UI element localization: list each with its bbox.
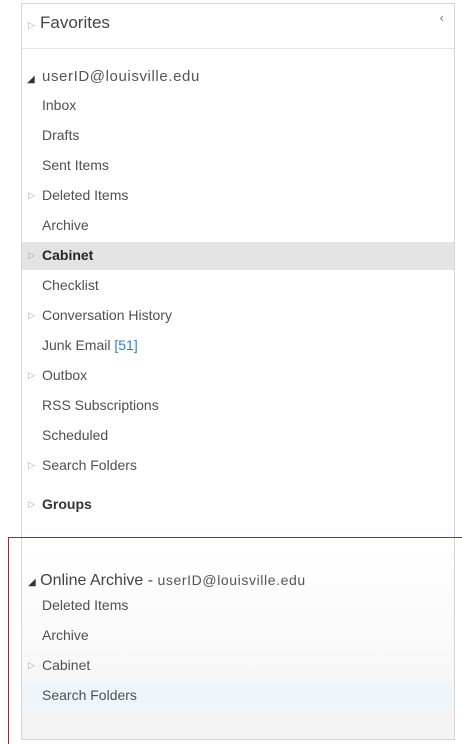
favorites-label[interactable]: Favorites bbox=[40, 13, 110, 33]
folder-label: RSS Subscriptions bbox=[42, 397, 159, 413]
folder-label: Junk Email [51] bbox=[42, 337, 138, 353]
folder-label: Search Folders bbox=[42, 457, 137, 473]
folder-label: Archive bbox=[42, 217, 89, 233]
folder-cabinet[interactable]: ▷ Cabinet bbox=[22, 242, 454, 270]
folder-sent-items[interactable]: Sent Items bbox=[22, 152, 454, 180]
archive-folder-archive[interactable]: Archive bbox=[22, 622, 454, 650]
expand-arrow-icon[interactable]: ▷ bbox=[28, 460, 35, 471]
folder-pane: ▷ Favorites ‹ ◢ userID@louisville.edu In… bbox=[21, 3, 455, 740]
folder-search-folders[interactable]: ▷ Search Folders bbox=[22, 452, 454, 480]
unread-count-badge: [51] bbox=[114, 337, 138, 353]
annotation-line bbox=[8, 537, 462, 538]
folder-label: Search Folders bbox=[42, 687, 137, 703]
folder-label: Cabinet bbox=[42, 247, 94, 263]
expand-arrow-icon[interactable]: ▷ bbox=[28, 310, 35, 321]
expand-arrow-icon[interactable]: ▷ bbox=[28, 250, 35, 261]
expand-arrow-icon[interactable]: ▷ bbox=[28, 660, 35, 671]
folder-label: Conversation History bbox=[42, 307, 172, 323]
online-archive-account: userID@louisville.edu bbox=[157, 572, 306, 588]
folder-conversation-history[interactable]: ▷ Conversation History bbox=[22, 302, 454, 330]
folder-outbox[interactable]: ▷ Outbox bbox=[22, 362, 454, 390]
folder-checklist[interactable]: Checklist bbox=[22, 272, 454, 300]
folder-label: Outbox bbox=[42, 367, 88, 383]
account-header[interactable]: userID@louisville.edu bbox=[42, 68, 200, 85]
expand-arrow-icon[interactable]: ▷ bbox=[28, 20, 35, 31]
online-archive-title: Online Archive - bbox=[40, 572, 154, 589]
folder-label: Cabinet bbox=[42, 657, 91, 673]
expand-arrow-icon[interactable]: ▷ bbox=[28, 370, 35, 381]
folder-deleted-items[interactable]: ▷ Deleted Items bbox=[22, 182, 454, 210]
folder-label: Deleted Items bbox=[42, 187, 129, 203]
folder-scheduled[interactable]: Scheduled bbox=[22, 422, 454, 450]
folder-archive[interactable]: Archive bbox=[22, 212, 454, 240]
expand-arrow-icon[interactable]: ▷ bbox=[28, 190, 35, 201]
folder-name: Junk Email bbox=[42, 337, 111, 353]
online-archive-header[interactable]: ◢ Online Archive - userID@louisville.edu bbox=[28, 572, 306, 590]
folder-inbox[interactable]: Inbox bbox=[22, 92, 454, 120]
folder-label: Drafts bbox=[42, 127, 80, 143]
folder-label: Scheduled bbox=[42, 427, 109, 443]
folder-label: Deleted Items bbox=[42, 597, 129, 613]
collapse-arrow-icon[interactable]: ◢ bbox=[28, 577, 36, 588]
groups-label: Groups bbox=[42, 496, 92, 512]
collapse-pane-icon[interactable]: ‹ bbox=[440, 10, 444, 25]
archive-folder-search-folders[interactable]: Search Folders bbox=[22, 682, 454, 710]
folder-label: Inbox bbox=[42, 97, 77, 113]
expand-arrow-icon[interactable]: ▷ bbox=[28, 499, 35, 510]
folder-label: Archive bbox=[42, 627, 89, 643]
groups-section[interactable]: ▷ Groups bbox=[22, 491, 454, 519]
folder-label: Sent Items bbox=[42, 157, 109, 173]
annotation-line bbox=[8, 537, 9, 744]
archive-folder-deleted-items[interactable]: Deleted Items bbox=[22, 592, 454, 620]
favorites-section[interactable]: ▷ Favorites ‹ bbox=[22, 4, 454, 49]
folder-drafts[interactable]: Drafts bbox=[22, 122, 454, 150]
archive-folder-cabinet[interactable]: ▷ Cabinet bbox=[22, 652, 454, 680]
folder-junk-email[interactable]: Junk Email [51] bbox=[22, 332, 454, 360]
folder-rss-subscriptions[interactable]: RSS Subscriptions bbox=[22, 392, 454, 420]
collapse-arrow-icon[interactable]: ◢ bbox=[27, 74, 35, 85]
folder-label: Checklist bbox=[42, 277, 99, 293]
